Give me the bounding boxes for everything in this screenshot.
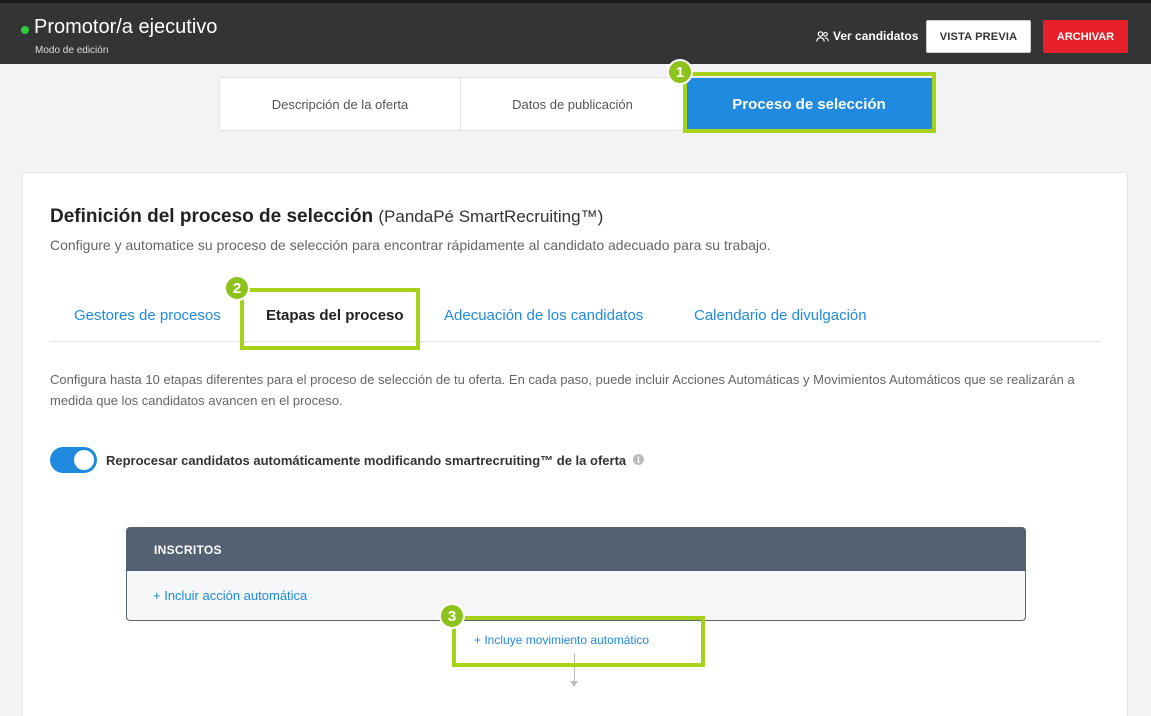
reprocess-toggle-label: Reprocesar candidatos automáticamente mo… [106, 453, 627, 468]
add-automatic-movement-link[interactable]: + Incluye movimiento automático [474, 633, 649, 647]
preview-button[interactable]: VISTA PREVIA [926, 20, 1031, 53]
view-candidates-label: Ver candidatos [833, 29, 919, 43]
info-icon[interactable]: i [633, 454, 644, 465]
section-title: Definición del proceso de selección (Pan… [50, 206, 603, 228]
add-automatic-action-link[interactable]: + Incluir acción automática [153, 588, 307, 603]
tab-publication-data[interactable]: Datos de publicación [461, 78, 684, 130]
highlight-badge-3: 3 [439, 603, 465, 629]
section-title-main: Definición del proceso de selección [50, 206, 374, 227]
archive-button[interactable]: ARCHIVAR [1043, 20, 1128, 53]
stage-box: INSCRITOS + Incluir acción automática [126, 527, 1026, 621]
job-title: Promotor/a ejecutivo [34, 16, 218, 38]
highlight-badge-1: 1 [667, 59, 693, 85]
section-title-suffix: (PandaPé SmartRecruiting™) [378, 207, 604, 226]
edit-mode-label: Modo de edición [35, 45, 109, 56]
tab-offer-description[interactable]: Descripción de la oferta [220, 78, 461, 130]
reprocess-toggle[interactable] [50, 447, 97, 473]
arrow-down-icon [570, 681, 578, 687]
tab-selection-process[interactable]: Proceso de selección [684, 78, 934, 130]
stage-connector-line [574, 653, 575, 681]
top-bar: Promotor/a ejecutivo Modo de edición Ver… [0, 0, 1151, 64]
stage-header: INSCRITOS [127, 528, 1025, 571]
view-candidates-link[interactable]: Ver candidatos [816, 29, 918, 43]
stages-description: Configura hasta 10 etapas diferentes par… [50, 372, 1075, 408]
toggle-knob [74, 450, 94, 470]
users-icon [816, 30, 829, 42]
main-tabs: Descripción de la oferta Datos de public… [219, 77, 935, 131]
section-subtitle: Configure y automatice su proceso de sel… [50, 237, 771, 253]
subtab-candidate-fit[interactable]: Adecuación de los candidatos [444, 307, 643, 324]
subtab-process-managers[interactable]: Gestores de procesos [74, 307, 221, 324]
subtab-disclosure-calendar[interactable]: Calendario de divulgación [694, 307, 867, 324]
status-dot [21, 26, 29, 34]
subtab-process-stages[interactable]: Etapas del proceso [266, 307, 404, 324]
sub-tabs: Gestores de procesos Etapas del proceso … [50, 288, 1101, 342]
selection-process-card: Definición del proceso de selección (Pan… [22, 172, 1128, 716]
highlight-badge-2: 2 [224, 275, 250, 301]
